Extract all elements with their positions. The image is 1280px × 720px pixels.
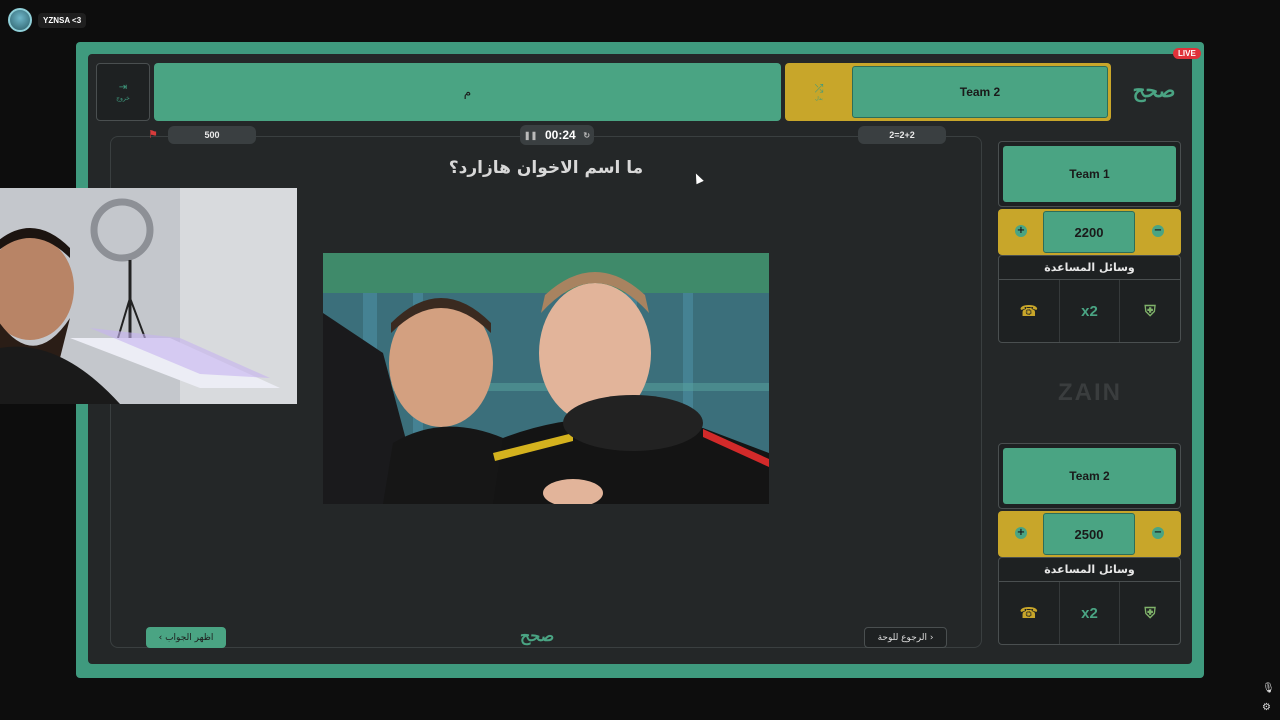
sponsor-logo: ZAIN [1058,379,1122,406]
question-image [323,253,769,504]
team1-name: Team 1 [1003,146,1176,202]
call-friend-icon[interactable]: ☎ [999,280,1060,342]
settings-icon[interactable]: ⚙ [1262,702,1271,713]
back-to-board-button[interactable]: ‹ الرجوع للوحة [864,627,947,648]
exit-button[interactable]: ⇥ خروج [96,63,150,121]
streamer-info: YZNSA <3 [8,8,87,32]
shield-icon[interactable]: ⛨ [1120,280,1180,342]
team2-header: ⤮ بدل Team 2 [785,63,1111,121]
stream-view: YZNSA <3 LIVE ⇥ خروج م ⤮ بدل Team 2 صحح … [0,0,1280,720]
double-points-button[interactable]: x2 [1060,280,1121,342]
streamer-username: YZNSA <3 [38,12,87,28]
double-points-button[interactable]: x2 [1060,582,1121,644]
exit-icon: ⇥ [118,82,128,93]
webcam-overlay [0,188,297,404]
timer-value: 00:24 [544,128,576,142]
footer-logo: صحح [520,626,555,645]
call-friend-icon[interactable]: ☎ [999,582,1060,644]
team1-name-box: Team 1 [998,141,1181,207]
show-answer-button[interactable]: اظهر الجواب › [146,627,226,648]
shield-icon[interactable]: ⛨ [1120,582,1180,644]
points-badge: 500 [168,126,256,144]
report-flag-icon[interactable]: ⚑ [148,128,160,141]
question-text: ما اسم الاخوان هازارد؟ [448,158,644,178]
reset-icon[interactable]: ↻ [583,131,590,140]
team2-tools: ☎ x2 ⛨ [999,582,1180,644]
team1-helpers-title: وسائل المساعدة [999,256,1180,280]
team2-header-name: Team 2 [852,66,1108,118]
live-badge: LIVE [1173,48,1201,59]
team2-score-box: + 2500 − [998,511,1181,557]
team1-card: Team 1 + 2200 − وسائل المساعدة ☎ x2 ⛨ [998,141,1181,343]
team1-increase-button[interactable]: + [1015,225,1027,237]
pause-icon[interactable]: ❚❚ [524,131,537,140]
team1-tools: ☎ x2 ⛨ [999,280,1180,342]
team1-decrease-button[interactable]: − [1152,225,1164,237]
team1-header-label: م [463,85,472,99]
team2-card: Team 2 + 2500 − وسائل المساعدة ☎ x2 ⛨ [998,443,1181,645]
team1-header: م [154,63,781,121]
swap-label: بدل [815,96,823,102]
team2-name-box: Team 2 [998,443,1181,509]
team2-increase-button[interactable]: + [1015,527,1027,539]
team2-name: Team 2 [1003,448,1176,504]
timer: ❚❚ 00:24 ↻ [520,125,594,145]
exit-label: خروج [116,95,130,102]
swap-icon: ⤮ [814,82,824,95]
helper-badge: 2=2+2 [858,126,946,144]
team1-score-box: + 2200 − [998,209,1181,255]
team2-helpers: وسائل المساعدة ☎ x2 ⛨ [998,557,1181,645]
team1-helpers: وسائل المساعدة ☎ x2 ⛨ [998,255,1181,343]
team2-helpers-title: وسائل المساعدة [999,558,1180,582]
game-logo: صحح [1132,78,1176,102]
team2-decrease-button[interactable]: − [1152,527,1164,539]
swap-turn-button[interactable]: ⤮ بدل [799,75,839,109]
team2-score: 2500 [1043,513,1135,555]
team1-score: 2200 [1043,211,1135,253]
avatar [8,8,32,32]
mic-icon[interactable]: 🎙 [1262,683,1275,694]
